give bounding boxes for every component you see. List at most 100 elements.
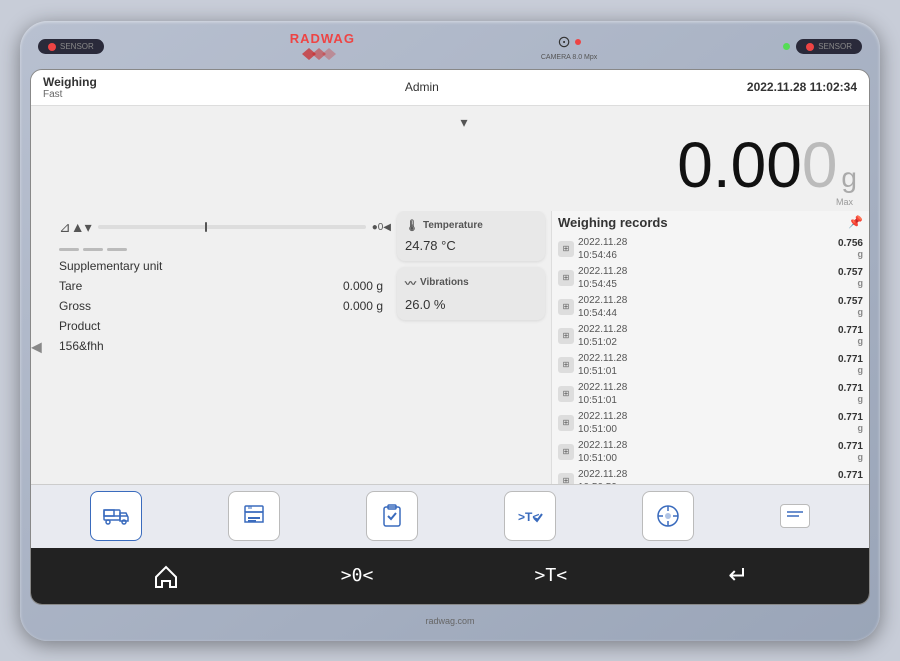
record-datetime: 2022.11.2810:54:44 [578,294,627,320]
extra-button[interactable] [780,504,810,528]
zero-button[interactable]: >0< [321,557,394,594]
print-truck-icon [102,504,130,528]
weight-value: 0.000 g [677,133,857,197]
record-weight: 0.771g [838,383,863,405]
scale-level-marker [205,222,207,232]
print-icon [241,504,267,528]
top-right-status: SENSOR [783,39,862,54]
record-thumbnail: ⊞ [558,473,574,484]
record-weight: 0.757g [838,267,863,289]
right-panel: Weighing records 📌 ⊞ 2022.11.2810:54:46 … [551,211,869,484]
scale-level-row: ⊿▲▾ ●0◀ [59,219,391,236]
record-thumbnail: ⊞ [558,270,574,286]
status-dot-green [783,43,790,50]
temperature-title: 🌡 Temperature [405,219,537,232]
record-weight: 0.771g [838,470,863,484]
info-section: Supplementary unit Tare 0.000 g Gross 0.… [59,248,391,357]
record-datetime: 2022.11.2810:51:01 [578,352,627,378]
home-button[interactable] [132,555,200,597]
svg-text:>T<: >T< [518,510,539,524]
tare-label: Tare [59,279,82,293]
type-check-button[interactable]: >T< [504,491,556,541]
target-button[interactable] [642,491,694,541]
record-thumbnail: ⊞ [558,386,574,402]
type-check-icon: >T< [516,504,544,528]
clipboard-icon [381,504,403,528]
vibrations-icon: 〰 [405,275,416,291]
supplementary-row: Supplementary unit [59,259,391,273]
record-thumbnail: ⊞ [558,299,574,315]
record-row: ⊞ 2022.11.2810:54:44 0.757g [558,294,863,320]
target-icon [655,503,681,529]
temperature-value: 24.78 °C [405,238,537,253]
scale-level-icon: ⊿▲▾ [59,219,92,236]
top-hardware-bar: SENSOR RADWAG ⊙ CAMERA 8.0 Mpx SENSOR [30,31,870,63]
temperature-label: Temperature [423,220,483,231]
screen: Weighing Fast Admin 2022.11.28 11:02:34 … [30,69,870,605]
record-weight: 0.771g [838,354,863,376]
left-arrow-button[interactable]: ◀ [31,339,42,356]
camera-label: CAMERA 8.0 Mpx [541,54,597,61]
record-row: ⊞ 2022.11.2810:51:01 0.771g [558,352,863,378]
record-thumbnail: ⊞ [558,415,574,431]
record-datetime: 2022.11.2810:51:02 [578,323,627,349]
header-datetime: 2022.11.28 11:02:34 [747,80,857,94]
extra-icon [785,508,805,524]
home-icon [152,563,180,589]
product-label: Product [59,319,100,333]
supplementary-label: Supplementary unit [59,259,162,273]
record-datetime: 2022.11.2810:51:00 [578,410,627,436]
print-button[interactable] [228,491,280,541]
tare-button[interactable]: >T< [515,557,588,594]
record-row: ⊞ 2022.11.2810:51:00 0.771g [558,439,863,465]
right-sensor-label: SENSOR [818,42,852,51]
divider [59,248,391,251]
record-datetime: 2022.11.2810:51:00 [578,439,627,465]
record-weight: 0.771g [838,325,863,347]
record-weight: 0.757g [838,296,863,318]
record-thumbnail: ⊞ [558,357,574,373]
record-datetime: 2022.11.2810:54:45 [578,265,627,291]
header-user: Admin [405,80,439,94]
gross-label: Gross [59,299,91,313]
logo-area: RADWAG [290,31,355,62]
record-row: ⊞ 2022.11.2810:51:02 0.771g [558,323,863,349]
clipboard-check-button[interactable] [366,491,418,541]
weight-arrow: ▾ [71,114,857,131]
product-row: Product [59,319,391,333]
middle-panel: 🌡 Temperature 24.78 °C 〰 Vibrations 26.0… [391,211,551,484]
vibrations-title: 〰 Vibrations [405,275,537,291]
record-thumbnail: ⊞ [558,241,574,257]
vibrations-value: 26.0 % [405,297,537,312]
device-outer: SENSOR RADWAG ⊙ CAMERA 8.0 Mpx SENSOR [20,21,880,641]
record-thumbnail: ⊞ [558,328,574,344]
weight-integer: 0.00 [677,133,802,197]
record-datetime: 2022.11.2810:50:59 [578,468,627,484]
toolbar: >T< [31,484,869,548]
camera-dot [575,39,581,45]
header-weighing: Weighing [43,75,97,89]
enter-button[interactable]: ↵ [708,553,768,598]
nav-bar: >0< >T< ↵ [31,548,869,604]
record-row: ⊞ 2022.11.2810:51:01 0.771g [558,381,863,407]
scale-level-bar [98,225,366,229]
tare-row: Tare 0.000 g [59,279,391,293]
record-weight: 0.771g [838,412,863,434]
weight-area: ▾ 0.000 g Max [31,106,869,211]
header-mode: Fast [43,89,97,100]
records-list: ⊞ 2022.11.2810:54:46 0.756g ⊞ 2022.11.28… [558,236,863,484]
record-datetime: 2022.11.2810:54:46 [578,236,627,262]
camera-icon: ⊙ [557,32,570,52]
header-left: Weighing Fast [43,75,97,100]
left-sensor-label: SENSOR [60,42,94,51]
right-sensor-badge: SENSOR [796,39,862,54]
record-weight: 0.771g [838,441,863,463]
camera-area: ⊙ CAMERA 8.0 Mpx [541,32,597,61]
enter-icon: ↵ [728,561,748,590]
temperature-icon: 🌡 [405,219,419,232]
screen-header: Weighing Fast Admin 2022.11.28 11:02:34 [31,70,869,106]
print-truck-button[interactable] [90,491,142,541]
left-sensor-dot [48,43,56,51]
gross-row: Gross 0.000 g [59,299,391,313]
tare-label: >T< [535,565,568,586]
